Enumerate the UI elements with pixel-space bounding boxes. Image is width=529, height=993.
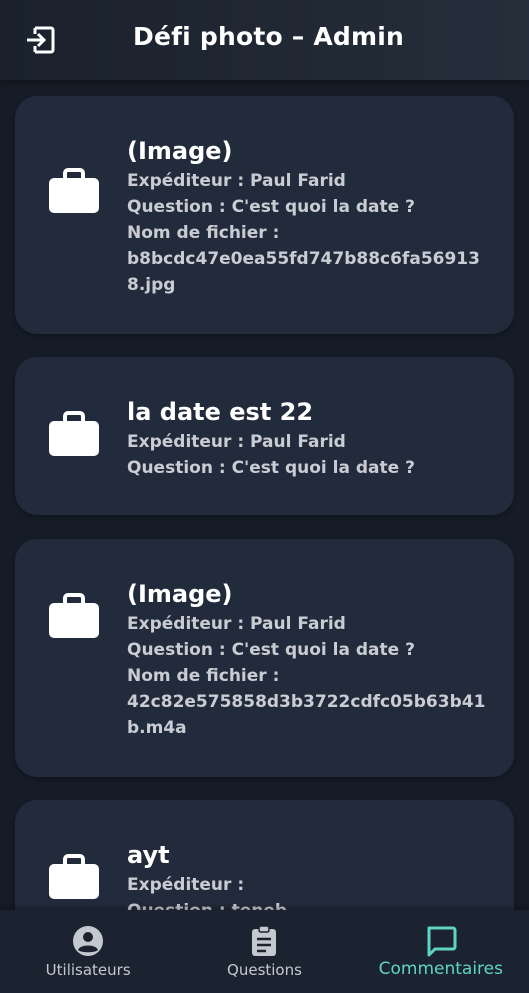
comment-card[interactable]: (Image) Expéditeur : Paul Farid Question…: [15, 96, 514, 334]
comment-filename-label: Nom de fichier :: [127, 666, 280, 686]
comment-title: (Image): [127, 137, 233, 165]
comment-filename: b8bcdc47e0ea55fd747b88c6fa569138.jpg: [127, 249, 480, 295]
comment-sender: Expéditeur : Paul Farid: [127, 171, 346, 191]
clipboard-icon: [252, 925, 277, 956]
comment-question: Question : C'est quoi la date ?: [127, 458, 415, 478]
nav-label: Questions: [227, 961, 302, 979]
comment-sender: Expéditeur :: [127, 875, 245, 895]
nav-item-comments[interactable]: Commentaires: [353, 910, 529, 993]
comment-sender: Expéditeur : Paul Farid: [127, 432, 346, 452]
comment-title: la date est 22: [127, 398, 314, 426]
nav-label: Utilisateurs: [45, 961, 131, 979]
bottom-nav: Utilisateurs Questions Commentaires: [0, 910, 529, 993]
comment-sender: Expéditeur : Paul Farid: [127, 614, 346, 634]
briefcase-icon: [49, 593, 99, 638]
logout-button[interactable]: [22, 24, 58, 56]
briefcase-icon: [49, 168, 99, 213]
comment-question: Question : C'est quoi la date ?: [127, 197, 415, 217]
briefcase-icon: [49, 854, 99, 899]
nav-item-users[interactable]: Utilisateurs: [0, 910, 176, 993]
comment-list[interactable]: (Image) Expéditeur : Paul Farid Question…: [0, 80, 529, 910]
comment-filename-label: Nom de fichier :: [127, 223, 280, 243]
comment-question: Question : teneb: [127, 898, 496, 910]
comment-title: ayt: [127, 841, 170, 869]
nav-label: Commentaires: [378, 959, 503, 979]
comment-card[interactable]: la date est 22 Expéditeur : Paul Farid Q…: [15, 357, 514, 515]
briefcase-icon: [49, 411, 99, 456]
logout-icon: [27, 26, 55, 54]
comment-filename: 42c82e575858d3b3722cdfc05b63b41b.m4a: [127, 692, 486, 738]
comment-question: Question : C'est quoi la date ?: [127, 640, 415, 660]
comment-card[interactable]: (Image) Expéditeur : Paul Farid Question…: [15, 539, 514, 777]
comment-card[interactable]: ayt Expéditeur : Question : teneb: [15, 800, 514, 910]
page-title: Défi photo – Admin: [133, 22, 405, 51]
app-bar: Défi photo – Admin: [0, 0, 529, 80]
chat-bubble-icon: [427, 926, 457, 957]
account-circle-icon: [73, 926, 104, 956]
comment-title: (Image): [127, 580, 233, 608]
nav-item-questions[interactable]: Questions: [176, 910, 352, 993]
